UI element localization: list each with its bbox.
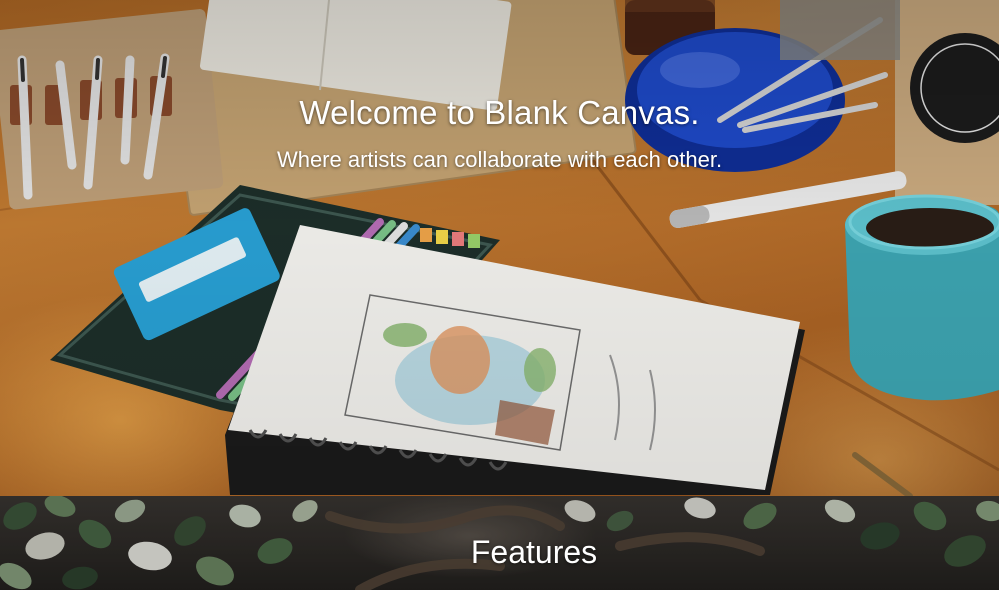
hero-section: Welcome to Blank Canvas. Where artists c… [0, 0, 999, 496]
features-heading: Features [470, 534, 598, 570]
hero-title: Welcome to Blank Canvas. [299, 94, 700, 131]
hero-subtitle: Where artists can collaborate with each … [276, 147, 723, 172]
features-section: Features [0, 496, 999, 590]
artist-desk-photo [0, 0, 999, 496]
